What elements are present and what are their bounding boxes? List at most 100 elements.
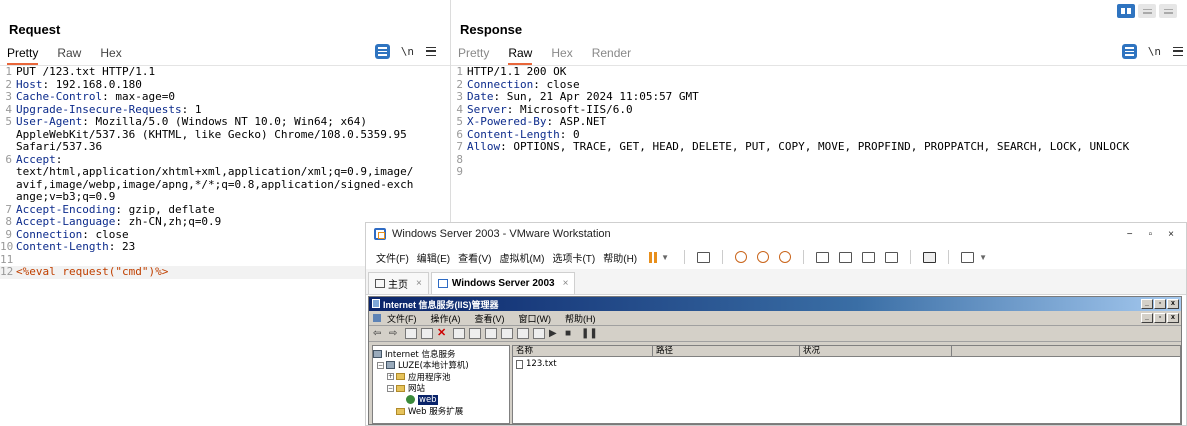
iis-menu-action[interactable]: 操作(A) [431,312,461,325]
request-tab-raw[interactable]: Raw [57,46,81,65]
menu-edit[interactable]: 编辑(E) [417,250,450,265]
response-tab-raw[interactable]: Raw [508,46,533,65]
header-value: : close [533,77,580,91]
header-value: ange;v=b3;q=0.9 [16,190,116,203]
header-name: Accept-Encoding [16,202,116,216]
thumbnail-bar-icon[interactable] [839,251,853,263]
iis-restore-button[interactable]: ▫ [1154,299,1166,309]
iis-menu-help[interactable]: 帮助(H) [565,312,596,325]
menu-help[interactable]: 帮助(H) [603,250,637,265]
line-number [0,166,12,179]
header-value: : 192.168.0.180 [42,77,142,91]
newline-toggle-icon[interactable]: \n [1148,45,1161,58]
unity-icon[interactable] [885,251,899,263]
menu-icon[interactable] [426,47,436,56]
menu-vm[interactable]: 虚拟机(M) [499,250,544,265]
tree-node-sites[interactable]: − 网站 [373,383,509,394]
snapshot-manager-icon[interactable] [779,251,792,263]
pretty-print-icon[interactable] [374,44,390,59]
send-ctrl-alt-del-icon[interactable] [697,251,711,263]
header-name: Content-Length [16,240,109,253]
line-number: 5 [456,115,463,128]
computer-icon[interactable] [533,328,545,339]
header-name: Server [467,102,507,116]
expand-icon[interactable]: + [387,373,394,381]
website-globe-icon [406,395,415,405]
response-tab-render[interactable]: Render [592,46,631,65]
tree-node-iis[interactable]: Internet 信息服务 [373,348,509,360]
vmware-window: Windows Server 2003 - VMware Workstation… [365,222,1187,426]
show-tree-icon[interactable] [421,328,433,339]
snapshot-icon[interactable] [735,251,748,263]
column-name[interactable]: 名称 [513,346,653,356]
header-value: : 1 [181,102,202,116]
properties-icon[interactable] [453,328,465,339]
child-restore-button[interactable]: ▫ [1154,313,1166,323]
collapse-icon[interactable]: − [387,384,394,392]
pretty-print-icon[interactable] [1121,44,1137,59]
code-line: Safari/537.36 [0,140,450,154]
menu-file[interactable]: 文件(F) [376,250,409,265]
tree-node-app-pools[interactable]: + 应用程序池 [373,371,509,383]
refresh-icon[interactable] [469,328,481,339]
vm-icon [437,279,448,288]
header-name: Accept [16,152,56,166]
pause-icon[interactable]: ❚❚ [581,328,598,339]
iis-menu-file[interactable]: 文件(F) [387,312,417,325]
close-button[interactable]: × [1168,229,1174,240]
revert-snapshot-icon[interactable] [757,251,770,263]
header-name: Cache-Control [16,90,103,103]
header-value: avif,image/webp,image/apng,*/*;q=0.8,app… [16,177,414,191]
header-value: PUT /123.txt HTTP/1.1 [16,65,156,78]
maximize-button[interactable]: ▫ [1149,229,1153,240]
iis-menu-window[interactable]: 窗口(W) [519,312,552,325]
list-item[interactable]: 123.txt [513,358,1180,370]
up-folder-icon[interactable] [405,328,417,339]
header-name: User-Agent [16,115,83,128]
delete-icon[interactable]: ✕ [437,328,449,339]
pause-icon[interactable] [649,251,658,263]
menu-view[interactable]: 查看(V) [458,250,491,265]
menu-icon[interactable] [1173,47,1183,56]
request-tab-pretty[interactable]: Pretty [7,46,39,65]
column-path[interactable]: 路径 [653,346,800,356]
help-icon[interactable] [501,328,513,339]
tree-node-computer[interactable]: − LUZE(本地计算机) [373,360,509,371]
play-icon[interactable]: ▶ [549,328,561,339]
iis-menu-view[interactable]: 查看(V) [475,312,505,325]
iis-close-button[interactable]: x [1167,299,1179,309]
tree-node-extensions[interactable]: Web 服务扩展 [373,406,509,417]
newline-toggle-icon[interactable]: \n [401,45,414,58]
tree-node-web[interactable]: web [373,394,509,406]
back-arrow-icon[interactable]: ⇦ [373,328,385,339]
tab-windows-server-2003[interactable]: Windows Server 2003 × [430,272,576,294]
console-icon[interactable] [517,328,529,339]
close-icon[interactable]: × [416,278,422,289]
response-tab-hex[interactable]: Hex [551,46,572,65]
line-number: 1 [456,65,463,78]
request-tab-hex[interactable]: Hex [100,46,121,65]
minimize-button[interactable]: − [1127,229,1133,240]
stop-icon[interactable]: ■ [565,328,577,339]
console-view-icon[interactable] [923,251,937,263]
forward-arrow-icon[interactable]: ⇨ [389,328,401,339]
child-minimize-button[interactable]: _ [1141,313,1153,323]
tab-home[interactable]: 主页 × [368,272,429,294]
chevron-down-icon[interactable]: ▼ [661,253,669,262]
collapse-icon[interactable]: − [377,361,384,369]
iis-minimize-button[interactable]: _ [1141,299,1153,309]
response-editor[interactable]: 1 HTTP/1.1 200 OK 2 Connection: close 3 Date:… [451,65,1187,179]
line-number: 9 [456,165,463,178]
export-icon[interactable] [485,328,497,339]
header-name: Date [467,90,494,103]
child-close-button[interactable]: x [1167,313,1179,323]
close-icon[interactable]: × [563,278,569,289]
column-status[interactable]: 状况 [800,346,952,356]
chevron-down-icon[interactable]: ▼ [979,253,987,262]
header-name: Host [16,77,43,91]
stretch-icon[interactable] [961,251,975,263]
response-tab-pretty[interactable]: Pretty [458,46,489,65]
menu-tabs[interactable]: 选项卡(T) [552,250,595,265]
fullscreen-icon[interactable] [862,251,876,263]
show-library-icon[interactable] [816,251,830,263]
